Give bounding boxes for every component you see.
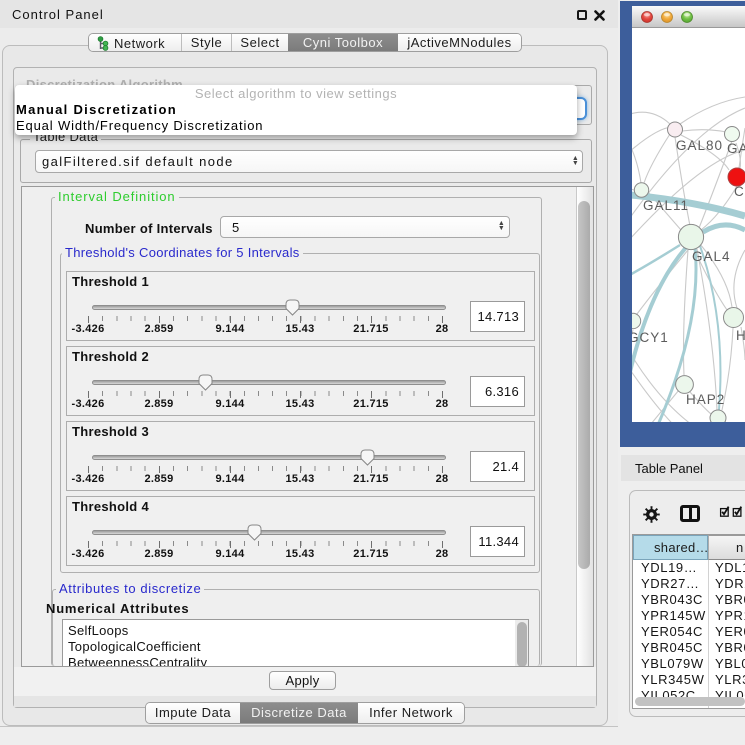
svg-text:GCY1: GCY1 (632, 330, 669, 345)
svg-text:GAL80: GAL80 (676, 138, 723, 153)
svg-text:GAL11: GAL11 (643, 198, 689, 213)
svg-text:HAP2: HAP2 (686, 392, 725, 407)
svg-text:C: C (734, 184, 745, 199)
svg-text:GAL4: GAL4 (692, 249, 731, 264)
svg-text:GA: GA (727, 141, 745, 156)
svg-text:H: H (736, 328, 745, 343)
